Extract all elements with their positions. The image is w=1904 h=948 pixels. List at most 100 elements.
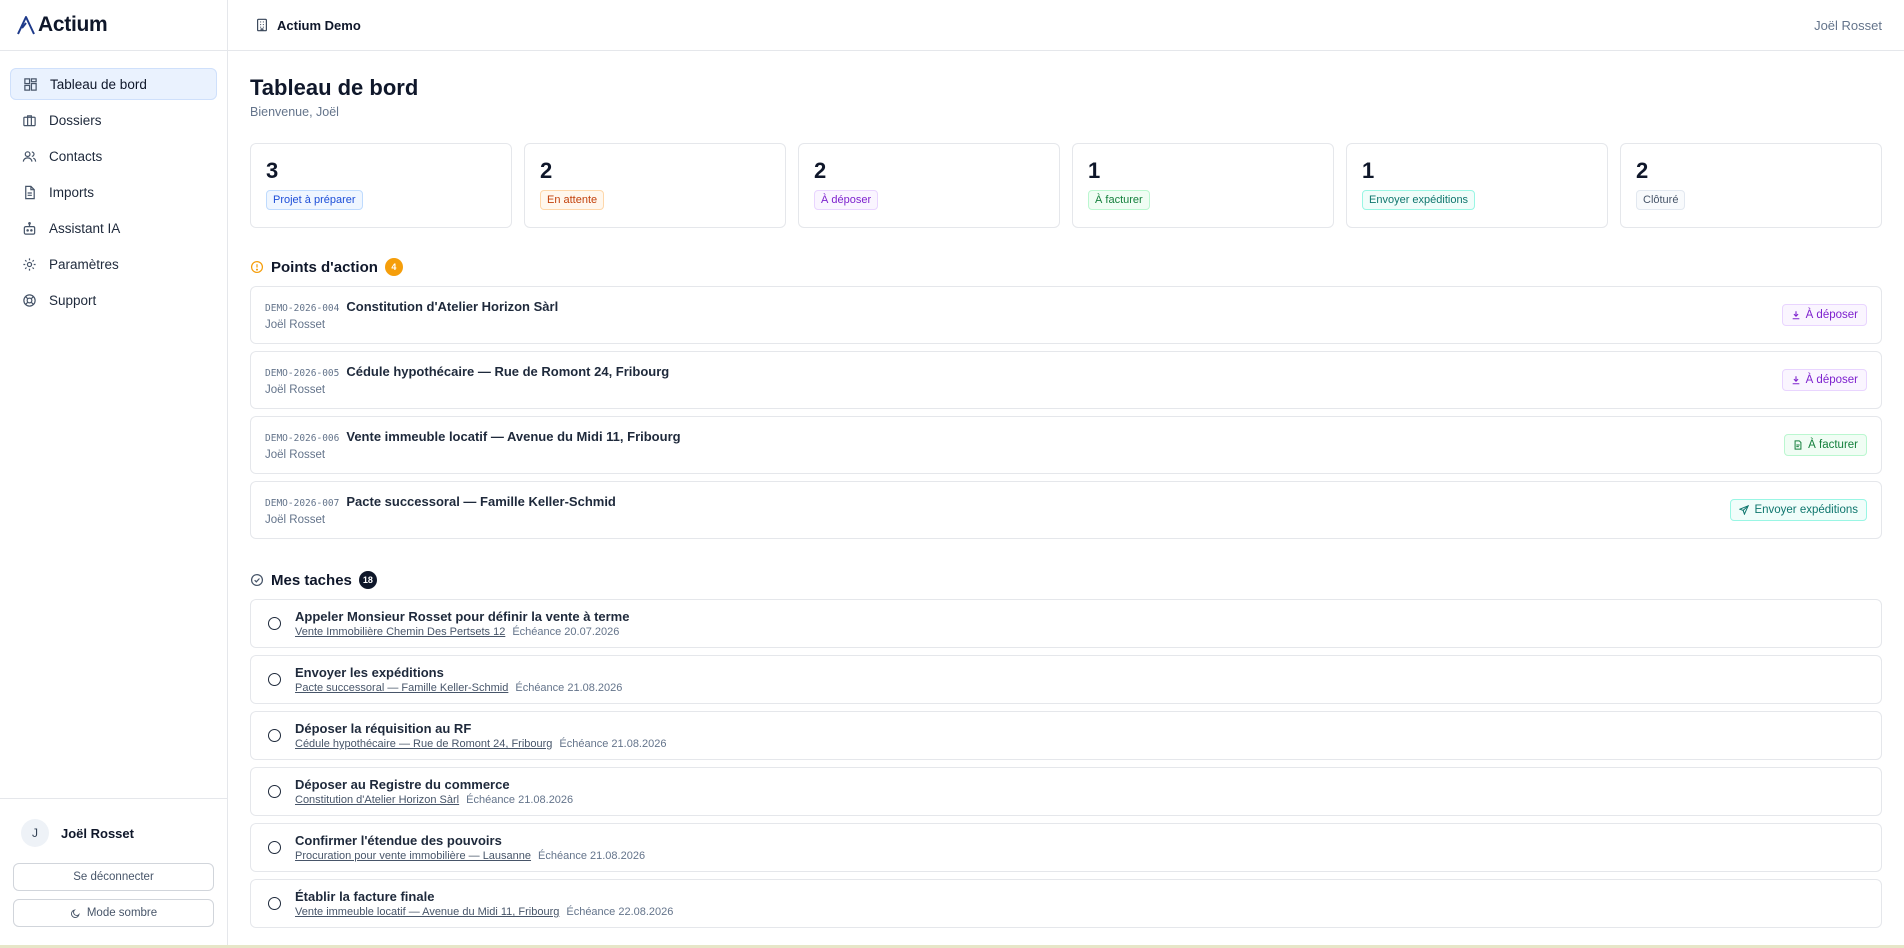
dossier-ref: DEMO-2026-007	[265, 498, 340, 509]
sidebar-footer: J Joël Rosset Se déconnecter Mode sombre	[0, 798, 227, 945]
task-due-date: Échéance 21.08.2026	[466, 794, 574, 806]
action-status-button[interactable]: À facturer	[1784, 434, 1867, 456]
task-checkbox[interactable]	[268, 897, 281, 910]
briefcase-icon	[23, 114, 36, 126]
stat-card[interactable]: 2 En attente	[524, 143, 786, 228]
user-profile[interactable]: J Joël Rosset	[13, 815, 214, 863]
check-circle-icon	[250, 573, 264, 587]
stat-card[interactable]: 1 Envoyer expéditions	[1346, 143, 1608, 228]
action-status-button[interactable]: À déposer	[1781, 369, 1867, 391]
sidebar-item-dashboard[interactable]: Tableau de bord	[10, 68, 217, 100]
task-dossier-link[interactable]: Vente immeuble locatif — Avenue du Midi …	[295, 906, 559, 918]
dossier-title[interactable]: Vente immeuble locatif — Avenue du Midi …	[346, 429, 680, 444]
stats-row: 3 Projet à préparer 2 En attente 2 À déposer 1…	[250, 143, 1882, 228]
bot-icon	[23, 221, 36, 235]
sidebar-item-support[interactable]: Support	[10, 284, 217, 316]
logout-button[interactable]: Se déconnecter	[13, 863, 214, 891]
dossier-ref: DEMO-2026-005	[265, 368, 340, 379]
task-info: Déposer au Registre du commerce Constitut…	[295, 777, 573, 806]
task-due-date: Échéance 21.08.2026	[538, 850, 646, 862]
task-item[interactable]: Envoyer les expéditions Pacte successoral…	[250, 655, 1882, 704]
sidebar-item-label: Tableau de bord	[50, 76, 147, 92]
sidebar-item-label: Dossiers	[49, 112, 102, 128]
task-due-date: Échéance 20.07.2026	[512, 626, 620, 638]
action-item[interactable]: DEMO-2026-005 Cédule hypothécaire — Rue d…	[250, 351, 1882, 409]
actions-count-badge: 4	[384, 258, 403, 276]
action-item[interactable]: DEMO-2026-006 Vente immeuble locatif — Av…	[250, 416, 1882, 474]
stat-value: 2	[540, 158, 553, 183]
task-dossier-link[interactable]: Pacte successoral — Famille Keller-Schmi…	[295, 682, 508, 694]
dossier-title[interactable]: Constitution d'Atelier Horizon Sàrl	[346, 299, 558, 314]
action-item[interactable]: DEMO-2026-004 Constitution d'Atelier Hori…	[250, 286, 1882, 344]
task-item[interactable]: Déposer la réquisition au RF Cédule hypot…	[250, 711, 1882, 760]
actions-section-title: Points d'action	[271, 258, 378, 276]
stat-card[interactable]: 1 À facturer	[1072, 143, 1334, 228]
sidebar: Actium Tableau de bord Dossiers Contacts…	[0, 0, 228, 945]
actions-section-header: Points d'action 4	[250, 258, 1882, 276]
task-info: Appeler Monsieur Rosset pour définir la …	[295, 609, 629, 638]
moon-icon	[70, 908, 80, 918]
gear-icon	[23, 257, 36, 271]
download-icon	[1791, 310, 1801, 320]
action-button-label: À déposer	[1805, 309, 1858, 321]
task-item[interactable]: Confirmer l'étendue des pouvoirs Procurat…	[250, 823, 1882, 872]
task-title: Établir la facture finale	[295, 889, 435, 904]
task-info: Déposer la réquisition au RF Cédule hypot…	[295, 721, 666, 750]
task-item[interactable]: Établir la facture finale Vente immeuble …	[250, 879, 1882, 928]
dossier-owner: Joël Rosset	[265, 449, 326, 461]
task-title: Envoyer les expéditions	[295, 665, 444, 680]
task-title: Déposer au Registre du commerce	[295, 777, 510, 792]
page-title: Tableau de bord	[250, 75, 419, 100]
stat-card[interactable]: 2 À déposer	[798, 143, 1060, 228]
alert-circle-icon	[250, 260, 264, 274]
task-dossier-link[interactable]: Constitution d'Atelier Horizon Sàrl	[295, 794, 459, 806]
dossier-owner: Joël Rosset	[265, 319, 326, 331]
brand[interactable]: Actium	[0, 0, 227, 51]
task-dossier-link[interactable]: Procuration pour vente immobilière — Lau…	[295, 850, 531, 862]
dossier-ref: DEMO-2026-004	[265, 303, 340, 314]
tasks-section-header: Mes taches 18	[250, 571, 1882, 589]
task-checkbox[interactable]	[268, 841, 281, 854]
task-item[interactable]: Appeler Monsieur Rosset pour définir la …	[250, 599, 1882, 648]
actium-logo-icon	[17, 16, 35, 35]
users-icon	[22, 150, 37, 162]
task-checkbox[interactable]	[268, 729, 281, 742]
action-info: DEMO-2026-005 Cédule hypothécaire — Rue d…	[265, 364, 669, 396]
task-checkbox[interactable]	[268, 785, 281, 798]
action-status-button[interactable]: Envoyer expéditions	[1730, 499, 1867, 521]
sidebar-item-settings[interactable]: Paramètres	[10, 248, 217, 280]
task-checkbox[interactable]	[268, 673, 281, 686]
task-dossier-link[interactable]: Vente Immobilière Chemin Des Pertsets 12	[295, 626, 505, 638]
stat-value: 3	[266, 158, 279, 183]
stat-card[interactable]: 2 Clôturé	[1620, 143, 1882, 228]
sidebar-item-assistant[interactable]: Assistant IA	[10, 212, 217, 244]
dark-mode-button[interactable]: Mode sombre	[13, 899, 214, 927]
stat-value: 2	[814, 158, 827, 183]
org-switcher[interactable]: Actium Demo	[255, 18, 361, 33]
task-title: Appeler Monsieur Rosset pour définir la …	[295, 609, 630, 624]
task-item[interactable]: Déposer au Registre du commerce Constitut…	[250, 767, 1882, 816]
stat-card[interactable]: 3 Projet à préparer	[250, 143, 512, 228]
task-checkbox[interactable]	[268, 617, 281, 630]
action-list: DEMO-2026-004 Constitution d'Atelier Hori…	[250, 286, 1882, 539]
page-subtitle: Bienvenue, Joël	[250, 105, 339, 119]
sidebar-item-contacts[interactable]: Contacts	[10, 140, 217, 172]
sidebar-nav: Tableau de bord Dossiers Contacts Import…	[0, 51, 227, 316]
main-area: Actium Demo Joël Rosset Tableau de bord …	[228, 0, 1904, 945]
action-item[interactable]: DEMO-2026-007 Pacte successoral — Famille…	[250, 481, 1882, 539]
task-list: Appeler Monsieur Rosset pour définir la …	[250, 599, 1882, 928]
sidebar-item-dossiers[interactable]: Dossiers	[10, 104, 217, 136]
sidebar-item-imports[interactable]: Imports	[10, 176, 217, 208]
status-badge: Clôturé	[1636, 190, 1686, 210]
dossier-title[interactable]: Pacte successoral — Famille Keller-Schmi…	[346, 494, 616, 509]
task-title: Déposer la réquisition au RF	[295, 721, 472, 736]
dossier-title[interactable]: Cédule hypothécaire — Rue de Romont 24, …	[346, 364, 669, 379]
action-info: DEMO-2026-004 Constitution d'Atelier Hori…	[265, 299, 558, 331]
topbar-user[interactable]: Joël Rosset	[1814, 18, 1882, 33]
brand-name: Actium	[38, 13, 108, 36]
dashboard-icon	[24, 77, 37, 91]
task-dossier-link[interactable]: Cédule hypothécaire — Rue de Romont 24, …	[295, 738, 552, 750]
status-badge: Projet à préparer	[266, 190, 363, 210]
action-status-button[interactable]: À déposer	[1781, 304, 1867, 326]
status-badge: En attente	[540, 190, 605, 210]
